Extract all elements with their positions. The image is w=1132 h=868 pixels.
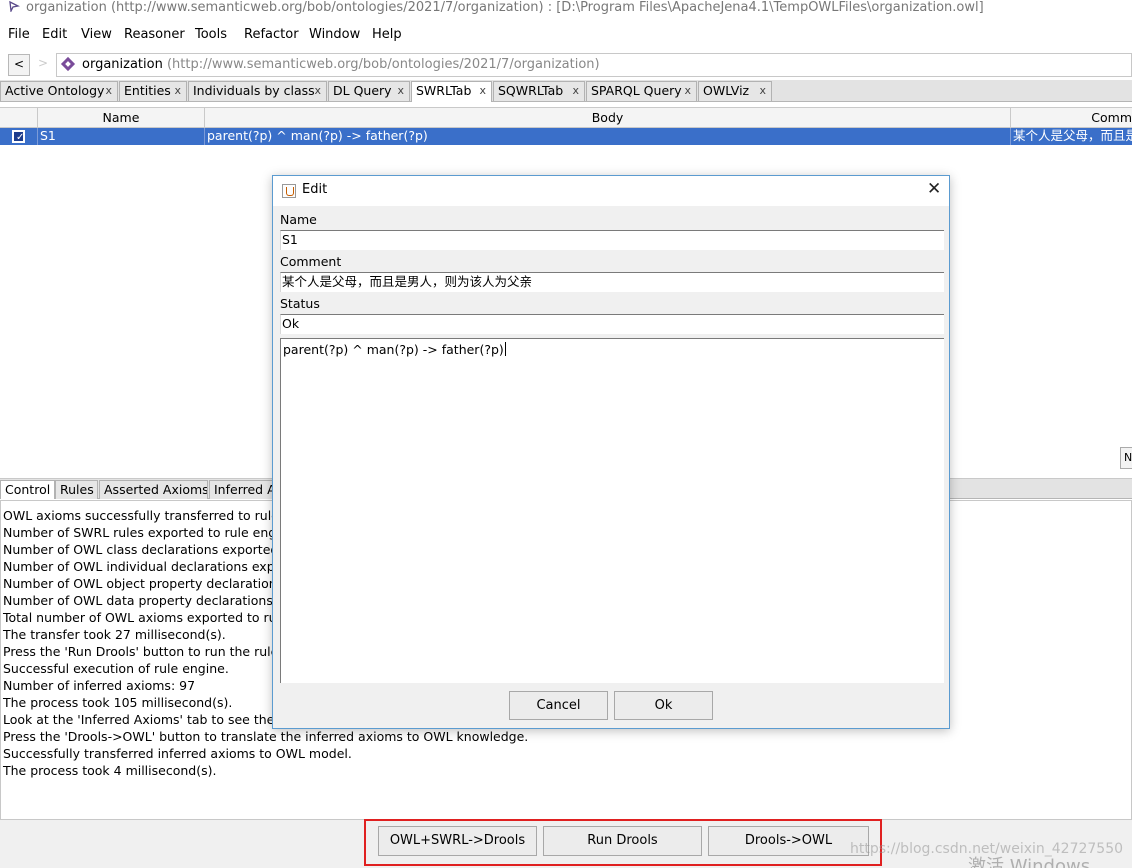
console-line: Successfully transferred inferred axioms… [3,746,352,761]
rule-name-field[interactable]: S1 [280,230,944,250]
rule-body-editor[interactable]: parent(?p) ^ man(?p) -> father(?p) [280,338,944,683]
rule-name-cell[interactable]: S1 [38,128,205,145]
tab-label: SWRLTab [416,83,472,98]
dialog-title: Edit [302,182,328,197]
comment-label: Comment [280,254,342,269]
dialog-title-bar: Edit ✕ [273,176,949,206]
rule-comment-field[interactable]: 某个人是父母，而且是男人，则为该人为父亲 [280,272,944,292]
forward-button[interactable]: > [32,54,54,76]
tab-dl-query[interactable]: DL Query x [328,81,410,101]
text-caret [504,342,506,356]
menu-refactor[interactable]: Refactor [244,27,299,42]
tab-close-icon[interactable]: x [397,82,404,100]
rule-comment-cell[interactable]: 某个人是父母，而且是 [1011,128,1132,145]
menu-file[interactable]: File [8,27,30,42]
cancel-button[interactable]: Cancel [509,691,608,720]
tab-close-icon[interactable]: x [572,82,579,100]
column-header-body[interactable]: Body [205,108,1011,128]
ontology-address-bar: < > organization (http://www.semanticweb… [0,52,1132,78]
tab-rules[interactable]: Rules [55,480,98,499]
menu-view[interactable]: View [81,27,112,42]
tab-close-icon[interactable]: x [759,82,766,100]
tab-owlviz[interactable]: OWLViz x [698,81,772,101]
back-button[interactable]: < [8,54,30,76]
window-title: organization (http://www.semanticweb.org… [26,0,984,15]
ontology-name: organization [82,57,163,72]
rule-status-field[interactable]: Ok [280,314,944,334]
console-line: The process took 4 millisecond(s). [3,763,217,778]
column-header-enabled[interactable] [0,108,38,128]
tab-label: SQWRLTab [498,83,564,98]
ok-button[interactable]: Ok [614,691,713,720]
table-row[interactable]: ✓ S1 parent(?p) ^ man(?p) -> father(?p) … [0,128,1132,145]
new-rule-button[interactable]: N [1120,447,1132,469]
tab-close-icon[interactable]: x [479,82,486,100]
menu-bar: File Edit View Reasoner Tools Refactor W… [0,26,1132,46]
name-label: Name [280,212,317,227]
tab-swrltab[interactable]: SWRLTab x [411,81,492,102]
ontology-icon [60,56,76,72]
rule-body-cell[interactable]: parent(?p) ^ man(?p) -> father(?p) [205,128,1011,145]
java-cup-icon [282,184,296,198]
rule-enabled-cell: ✓ [0,128,38,145]
activate-windows-watermark: 激活 Windows [968,856,1091,868]
menu-help[interactable]: Help [372,27,402,42]
close-icon[interactable]: ✕ [927,179,941,199]
column-header-comment[interactable]: Comm [1011,108,1132,128]
column-header-name[interactable]: Name [38,108,205,128]
tab-close-icon[interactable]: x [174,82,181,100]
tab-label: SPARQL Query [591,83,682,98]
tab-sqwrltab[interactable]: SQWRLTab x [493,81,585,101]
window-title-bar: organization (http://www.semanticweb.org… [0,0,1132,20]
rule-enabled-checkbox[interactable]: ✓ [12,130,25,143]
tab-close-icon[interactable]: x [105,82,112,100]
tab-label: Active Ontology [5,83,105,98]
tab-asserted-axioms[interactable]: Asserted Axioms [99,480,208,499]
main-tab-bar: Active Ontology x Entities x Individuals b… [0,80,1132,102]
status-label: Status [280,296,320,311]
tab-inferred-axioms[interactable]: Inferred A [209,480,275,499]
red-highlight-annotation [364,819,882,866]
protege-icon [9,0,20,12]
rule-body-text: parent(?p) ^ man(?p) -> father(?p) [283,342,504,357]
menu-tools[interactable]: Tools [195,27,227,42]
tab-label: DL Query [333,83,392,98]
tab-label: OWLViz [703,83,750,98]
edit-rule-dialog: Edit ✕ Name S1 Comment 某个人是父母，而且是男人，则为该人… [272,175,950,729]
tab-close-icon[interactable]: x [684,82,691,100]
tab-active-ontology[interactable]: Active Ontology x [0,81,118,101]
tab-close-icon[interactable]: x [314,82,321,100]
console-line: Press the 'Drools->OWL' button to transl… [3,729,529,744]
menu-edit[interactable]: Edit [42,27,67,42]
tab-label: Entities [124,83,171,98]
tab-entities[interactable]: Entities x [119,81,187,101]
menu-reasoner[interactable]: Reasoner [124,27,185,42]
tab-control[interactable]: Control [0,480,55,499]
ontology-address-field[interactable]: organization (http://www.semanticweb.org… [56,53,1132,77]
tab-label: Individuals by class [193,83,315,98]
ontology-iri: (http://www.semanticweb.org/bob/ontologi… [166,57,600,72]
menu-window[interactable]: Window [309,27,360,42]
tab-individuals-by-class[interactable]: Individuals by class x [188,81,327,101]
tab-sparql-query[interactable]: SPARQL Query x [586,81,697,101]
table-header: Name Body Comm [0,108,1132,128]
